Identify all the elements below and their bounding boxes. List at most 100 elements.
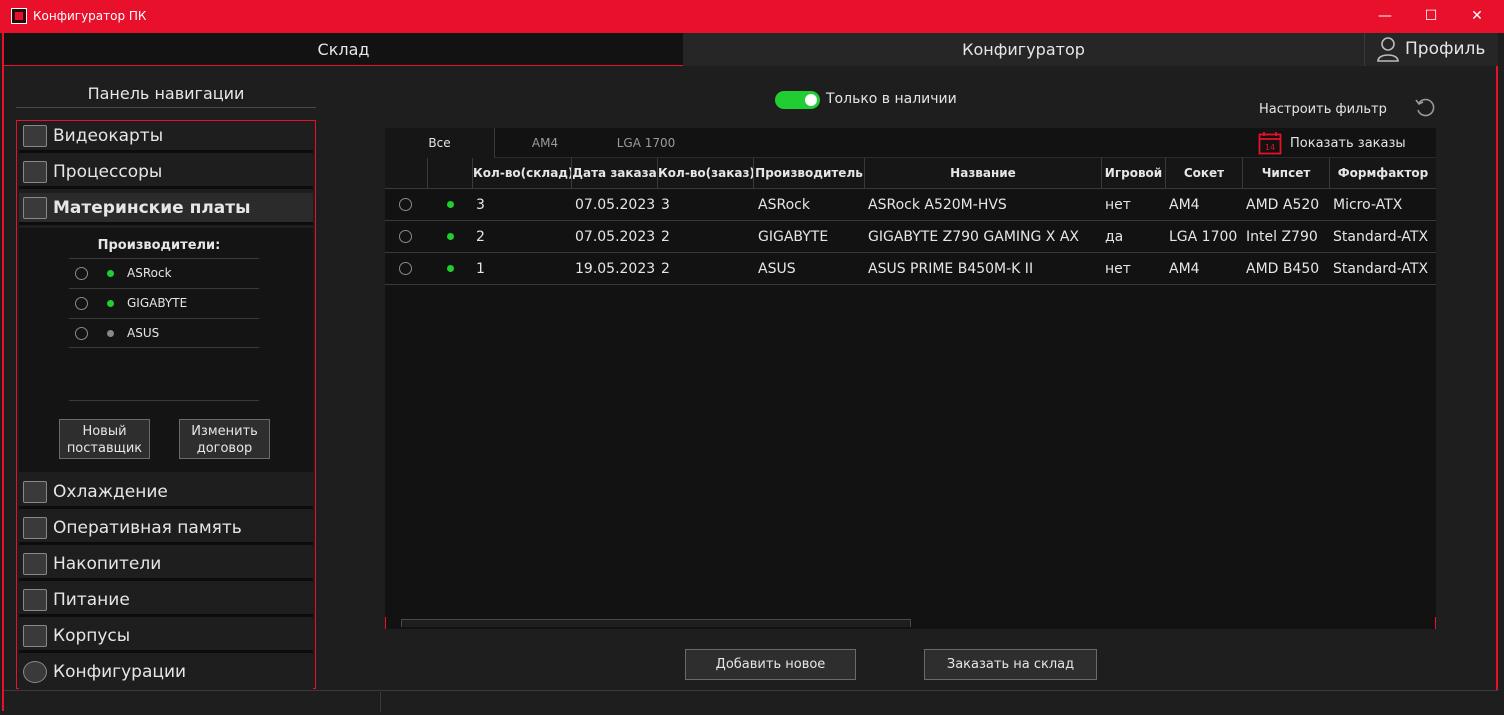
vendor-label: GIGABYTE (127, 296, 188, 310)
order-to-stock-button[interactable]: Заказать на склад (924, 649, 1097, 680)
tab-am4[interactable]: AM4 (505, 128, 585, 158)
col-order-qty[interactable]: Кол-во(заказ) (658, 158, 754, 189)
status-dot (447, 201, 454, 208)
table-header: Кол-во(склад) Дата заказа Кол-во(заказ) … (385, 158, 1436, 189)
vendor-label: ASUS (127, 326, 160, 340)
nav-item-storage[interactable]: Накопители (19, 549, 313, 581)
button-label-line2: поставщик (66, 441, 143, 456)
cell-order-date: 19.05.2023 (575, 261, 656, 277)
vendor-radio[interactable] (75, 297, 88, 310)
table-row[interactable]: 1 19.05.2023 2 ASUS ASUS PRIME B450M-K I… (385, 253, 1436, 285)
cell-order-date: 07.05.2023 (575, 229, 656, 245)
vendor-radio[interactable] (75, 327, 88, 340)
tab-konfigurator[interactable]: Конфигуратор (683, 33, 1364, 66)
vendor-item[interactable]: GIGABYTE (69, 288, 259, 318)
nav-item-configurations[interactable]: Конфигурации (19, 657, 313, 689)
col-socket[interactable]: Сокет (1166, 158, 1243, 189)
new-supplier-button[interactable]: Новый поставщик (59, 419, 150, 459)
maximize-button[interactable]: ☐ (1408, 0, 1454, 33)
cell-socket: LGA 1700 (1169, 229, 1238, 245)
scrollbar-thumb[interactable] (401, 619, 911, 627)
refresh-icon[interactable] (1414, 97, 1436, 119)
row-radio[interactable] (399, 230, 412, 243)
components-table: Все AM4 LGA 1700 14 Показать заказы Кол-… (385, 128, 1436, 628)
user-icon (1377, 37, 1399, 62)
vendor-item[interactable]: ASRock (69, 258, 259, 288)
nav-item-power[interactable]: Питание (19, 585, 313, 617)
title-bar: Конфигуратор ПК — ☐ ✕ (0, 0, 1504, 33)
nav-item-label: Материнские платы (53, 198, 251, 218)
calendar-icon[interactable]: 14 (1258, 131, 1282, 155)
col-order-date[interactable]: Дата заказа (572, 158, 658, 189)
row-radio[interactable] (399, 198, 412, 211)
col-form-factor[interactable]: Формфактор (1330, 158, 1436, 189)
status-separator (380, 692, 381, 712)
nav-item-motherboards[interactable]: Материнские платы (19, 193, 313, 225)
col-vendor[interactable]: Производитель (754, 158, 865, 189)
cell-name: ASUS PRIME B450M-K II (868, 261, 1034, 277)
nav-item-label: Конфигурации (53, 662, 187, 682)
col-status (428, 158, 473, 189)
divider (69, 400, 259, 401)
status-dot (447, 233, 454, 240)
nav-item-ram[interactable]: Оперативная память (19, 513, 313, 545)
status-dot (107, 300, 114, 307)
tab-all[interactable]: Все (385, 128, 495, 158)
case-icon (23, 625, 47, 647)
cell-vendor: ASUS (758, 261, 796, 277)
nav-item-label: Оперативная память (53, 518, 242, 538)
col-chipset[interactable]: Чипсет (1243, 158, 1330, 189)
horizontal-scrollbar[interactable] (385, 617, 1436, 629)
socket-filter-tabs: Все AM4 LGA 1700 14 Показать заказы (385, 128, 1436, 158)
nav-item-cpu[interactable]: Процессоры (19, 157, 313, 189)
config-gear-icon (23, 661, 47, 683)
nav-item-cases[interactable]: Корпусы (19, 621, 313, 653)
cell-chipset: AMD B450 (1246, 261, 1320, 277)
nav-item-label: Процессоры (53, 162, 163, 182)
minimize-button[interactable]: — (1362, 0, 1408, 33)
col-name[interactable]: Название (865, 158, 1102, 189)
cell-name: ASRock A520M-HVS (868, 197, 1007, 213)
nav-item-cooling[interactable]: Охлаждение (19, 477, 313, 509)
cell-stock-qty: 2 (476, 229, 485, 245)
col-gaming[interactable]: Игровой (1102, 158, 1166, 189)
psu-icon (23, 589, 47, 611)
vendor-radio[interactable] (75, 267, 88, 280)
nav-panel: Видеокарты Процессоры Материнские платы … (16, 120, 316, 689)
tab-profile[interactable]: Профиль (1364, 33, 1498, 66)
show-orders-label[interactable]: Показать заказы (1290, 136, 1406, 151)
vendor-label: ASRock (127, 266, 172, 280)
motherboard-icon (23, 197, 47, 219)
cell-gaming: да (1105, 229, 1124, 245)
add-new-button[interactable]: Добавить новое (685, 649, 856, 680)
nav-item-label: Корпусы (53, 626, 131, 646)
cell-form-factor: Micro-ATX (1333, 197, 1403, 213)
edit-contract-button[interactable]: Изменить договор (179, 419, 270, 459)
table-row[interactable]: 2 07.05.2023 2 GIGABYTE GIGABYTE Z790 GA… (385, 221, 1436, 253)
nav-item-gpu[interactable]: Видеокарты (19, 121, 313, 153)
cell-socket: AM4 (1169, 197, 1200, 213)
tab-lga1700[interactable]: LGA 1700 (605, 128, 687, 158)
storage-icon (23, 553, 47, 575)
vendor-item[interactable]: ASUS (69, 318, 259, 348)
ram-icon (23, 517, 47, 539)
cell-stock-qty: 3 (476, 197, 485, 213)
row-radio[interactable] (399, 262, 412, 275)
cell-form-factor: Standard-ATX (1333, 229, 1429, 245)
tab-sklad[interactable]: Склад (4, 33, 683, 66)
svg-text:14: 14 (1265, 143, 1275, 152)
in-stock-toggle[interactable] (775, 91, 820, 109)
close-button[interactable]: ✕ (1454, 0, 1500, 33)
nav-item-label: Питание (53, 590, 130, 610)
col-stock-qty[interactable]: Кол-во(склад) (473, 158, 572, 189)
cell-order-qty: 3 (661, 197, 670, 213)
configure-filter-link[interactable]: Настроить фильтр (1259, 102, 1387, 117)
cell-socket: AM4 (1169, 261, 1200, 277)
toggle-knob (805, 94, 817, 106)
status-dot (107, 270, 114, 277)
app-icon (11, 8, 27, 24)
cell-gaming: нет (1105, 261, 1131, 277)
table-row[interactable]: 3 07.05.2023 3 ASRock ASRock A520M-HVS н… (385, 189, 1436, 221)
cooler-icon (23, 481, 47, 503)
nav-item-label: Охлаждение (53, 482, 168, 502)
